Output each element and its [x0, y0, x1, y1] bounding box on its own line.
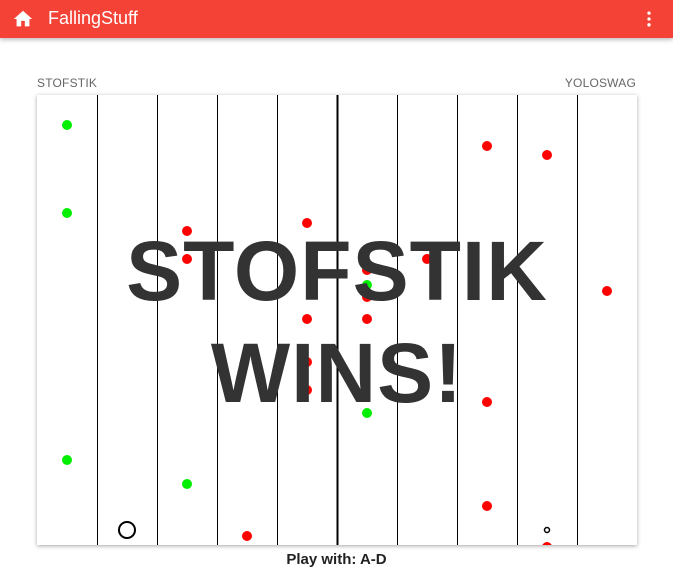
right-player-name: YOLOSWAG: [564, 76, 636, 90]
good-falling-item: [62, 208, 72, 218]
bad-falling-item: [302, 385, 312, 395]
bad-falling-item: [542, 150, 552, 160]
bad-falling-item: [602, 286, 612, 296]
bad-falling-item: [242, 531, 252, 541]
bad-falling-item: [482, 141, 492, 151]
home-button[interactable]: [12, 8, 34, 30]
bad-falling-item: [182, 254, 192, 264]
bad-falling-item: [302, 218, 312, 228]
left-player-catcher: [118, 521, 136, 539]
good-falling-item: [62, 120, 72, 130]
bad-falling-item: [482, 397, 492, 407]
good-falling-item: [62, 455, 72, 465]
bad-falling-item: [542, 542, 552, 545]
bad-falling-item: [362, 292, 372, 302]
app-title: FallingStuff: [48, 8, 138, 28]
right-player-catcher: [543, 526, 551, 534]
overflow-menu-button[interactable]: [639, 9, 659, 29]
bad-falling-item: [422, 254, 432, 264]
board-canvas: [62, 95, 612, 545]
bad-falling-item: [362, 265, 372, 275]
bad-falling-item: [362, 314, 372, 324]
bad-falling-item: [302, 357, 312, 367]
bad-falling-item: [482, 501, 492, 511]
controls-hint: Play with: A-D: [286, 551, 387, 568]
more-vert-icon: [647, 11, 651, 27]
good-falling-item: [182, 479, 192, 489]
home-icon: [13, 10, 33, 27]
game-board[interactable]: STOFSTIK WINS!: [37, 95, 637, 545]
good-falling-item: [362, 280, 372, 290]
bad-falling-item: [182, 226, 192, 236]
app-bar: FallingStuff: [0, 0, 673, 38]
bad-falling-item: [302, 314, 312, 324]
good-falling-item: [362, 408, 372, 418]
left-player-name: STOFSTIK: [37, 76, 98, 90]
